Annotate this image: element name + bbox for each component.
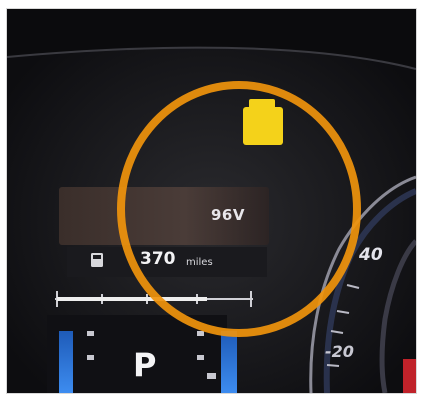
gear-position: P: [133, 346, 157, 384]
gear-strip-right: [221, 331, 237, 393]
gauge-tick-20: -20: [325, 342, 354, 361]
fuel-icon: [91, 253, 103, 267]
gear-strip-left: [59, 331, 73, 393]
range-unit: miles: [186, 257, 213, 268]
dashboard-photo: 96V 370 miles P 40 -20: [6, 8, 417, 394]
instrument-cluster: [7, 9, 416, 393]
gauge-tick-40: 40: [359, 245, 383, 265]
range-value: 370: [140, 249, 176, 269]
voltage-readout: 96V: [211, 206, 245, 224]
range-fill: [57, 297, 207, 301]
